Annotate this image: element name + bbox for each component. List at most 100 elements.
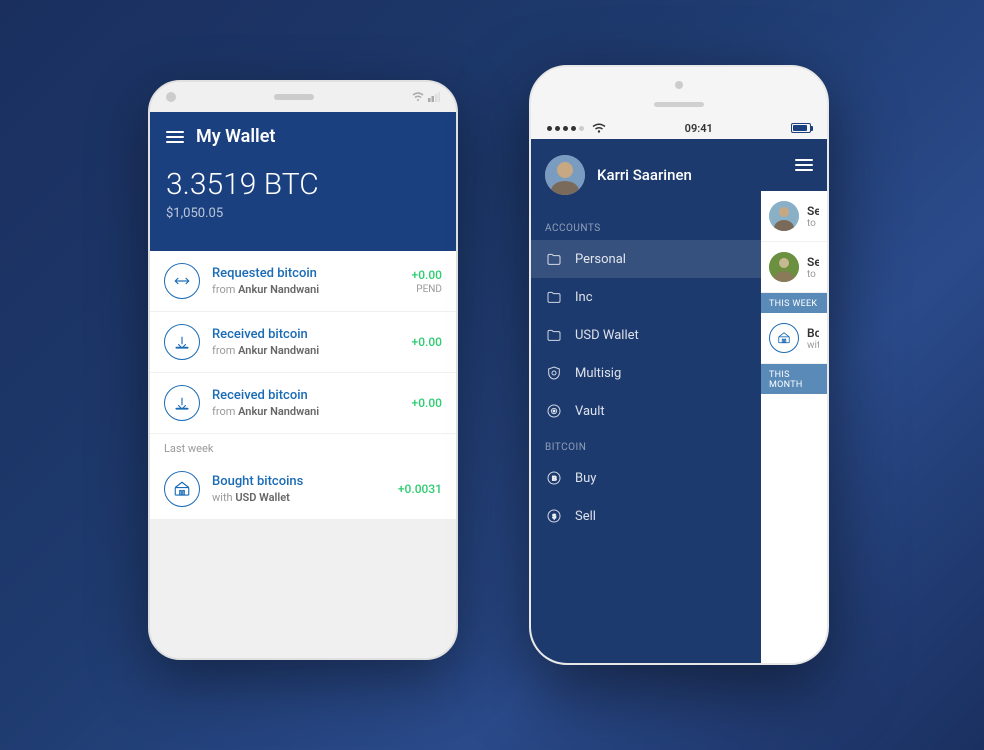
right-bought-item[interactable]: Boug with C	[761, 313, 827, 364]
signal-dots	[547, 123, 606, 134]
transaction-item[interactable]: Bought bitcoins with USD Wallet +0.0031	[150, 459, 456, 520]
right-tx-label: Sent	[807, 204, 819, 218]
svg-text:B: B	[552, 476, 557, 483]
hamburger-right-button[interactable]	[795, 159, 813, 171]
right-tx-info: Sent to New	[807, 255, 819, 280]
sidebar-user: Karri Saarinen	[531, 139, 761, 211]
wifi-icon	[412, 92, 424, 102]
sidebar-item-inc[interactable]: Inc	[531, 278, 761, 316]
android-phone: My Wallet 3.3519 BTC $1,050.05	[148, 80, 458, 660]
signal-icon	[428, 92, 440, 102]
battery-icon	[791, 123, 811, 133]
android-screen: My Wallet 3.3519 BTC $1,050.05	[150, 112, 456, 658]
tx-info: Bought bitcoins with USD Wallet	[212, 474, 386, 504]
transaction-item[interactable]: Received bitcoin from Ankur Nandwani +0.…	[150, 312, 456, 373]
tx-sub: from Ankur Nandwani	[212, 283, 400, 296]
tx-amount: +0.00	[412, 396, 442, 410]
status-battery	[791, 123, 811, 133]
dollar-icon: $	[545, 507, 563, 525]
vault-icon	[545, 402, 563, 420]
sidebar-item-vault[interactable]: Vault	[531, 392, 761, 430]
tx-status: PEND	[412, 284, 442, 295]
tx-amount: +0.00	[412, 268, 442, 282]
transaction-item[interactable]: Requested bitcoin from Ankur Nandwani +0…	[150, 251, 456, 312]
shield-icon	[545, 364, 563, 382]
android-speaker	[274, 94, 314, 100]
tx-download-icon	[164, 324, 200, 360]
android-status	[412, 92, 440, 102]
bitcoin-section-label: BITCOIN	[531, 430, 761, 459]
avatar	[769, 201, 799, 231]
folder-icon	[545, 326, 563, 344]
right-tx-label: Sent	[807, 255, 819, 269]
right-tx-info: Sent to Bria	[807, 204, 819, 229]
iphone-screen: Karri Saarinen ACCOUNTS Personal Inc	[531, 139, 827, 663]
tx-label: Received bitcoin	[212, 388, 400, 403]
tx-download-icon	[164, 385, 200, 421]
tx-arrows-icon	[164, 263, 200, 299]
tx-label: Received bitcoin	[212, 327, 400, 342]
right-tx-item[interactable]: Sent to Bria	[761, 191, 827, 242]
android-camera	[166, 92, 176, 102]
sidebar-item-buy[interactable]: B Buy	[531, 459, 761, 497]
right-tx-sub: to Bria	[807, 218, 819, 229]
right-panel: Sent to Bria Sent to New THIS WEEK	[761, 139, 827, 663]
folder-icon	[545, 250, 563, 268]
tx-amount-col: +0.00	[412, 396, 442, 410]
accounts-section-label: ACCOUNTS	[531, 211, 761, 240]
right-panel-header	[761, 139, 827, 191]
bitcoin-icon: B	[545, 469, 563, 487]
sidebar-item-sell[interactable]: $ Sell	[531, 497, 761, 535]
tx-info: Requested bitcoin from Ankur Nandwani	[212, 266, 400, 296]
folder-icon	[545, 288, 563, 306]
tx-label: Bought bitcoins	[212, 474, 386, 489]
tx-bank-icon	[164, 471, 200, 507]
avatar	[769, 252, 799, 282]
iphone-top	[531, 67, 827, 117]
iphone-wifi-icon	[592, 123, 606, 133]
sidebar-item-personal[interactable]: Personal	[531, 240, 761, 278]
iphone-speaker	[654, 102, 704, 107]
tx-amount-col: +0.00 PEND	[412, 268, 442, 295]
iphone: 09:41 Karri Saarinen	[529, 65, 829, 665]
btc-amount: 3.3519 BTC	[166, 167, 440, 202]
user-name: Karri Saarinen	[597, 166, 692, 184]
svg-text:$: $	[552, 514, 556, 521]
right-tx-item[interactable]: Sent to New	[761, 242, 827, 293]
tx-amount: +0.00	[412, 335, 442, 349]
tx-sub: from Ankur Nandwani	[212, 344, 400, 357]
right-tx-label: Boug	[807, 326, 819, 340]
sidebar-item-usd-wallet[interactable]: USD Wallet	[531, 316, 761, 354]
android-top-bar	[150, 82, 456, 112]
tx-amount: +0.0031	[398, 482, 442, 496]
right-tx-sub: with C	[807, 340, 819, 351]
sidebar-item-label: Personal	[575, 252, 626, 267]
tx-sub: from Ankur Nandwani	[212, 405, 400, 418]
hamburger-menu-button[interactable]	[166, 131, 184, 143]
sidebar-item-label: Inc	[575, 290, 593, 305]
sidebar-item-multisig[interactable]: Multisig	[531, 354, 761, 392]
month-label: THIS MONTH	[761, 364, 827, 394]
sidebar-item-label: Buy	[575, 471, 596, 486]
app-header: My Wallet 3.3519 BTC $1,050.05	[150, 112, 456, 251]
tx-amount-col: +0.0031	[398, 482, 442, 496]
sidebar-item-label: Multisig	[575, 366, 621, 381]
right-tx-info: Boug with C	[807, 326, 819, 351]
tx-sub: with USD Wallet	[212, 491, 386, 504]
iphone-status-bar: 09:41	[531, 117, 827, 139]
tx-amount-col: +0.00	[412, 335, 442, 349]
usd-amount: $1,050.05	[166, 206, 440, 221]
section-label-last-week: Last week	[150, 434, 456, 459]
status-time: 09:41	[685, 122, 713, 135]
tx-info: Received bitcoin from Ankur Nandwani	[212, 327, 400, 357]
sidebar-item-label: Sell	[575, 509, 596, 524]
tx-info: Received bitcoin from Ankur Nandwani	[212, 388, 400, 418]
sidebar-panel: Karri Saarinen ACCOUNTS Personal Inc	[531, 139, 761, 663]
iphone-camera	[675, 81, 683, 89]
transaction-list: Requested bitcoin from Ankur Nandwani +0…	[150, 251, 456, 520]
week-label: THIS WEEK	[761, 293, 827, 313]
sidebar-item-label: Vault	[575, 404, 605, 419]
app-title: My Wallet	[196, 126, 275, 147]
transaction-item[interactable]: Received bitcoin from Ankur Nandwani +0.…	[150, 373, 456, 434]
avatar	[545, 155, 585, 195]
